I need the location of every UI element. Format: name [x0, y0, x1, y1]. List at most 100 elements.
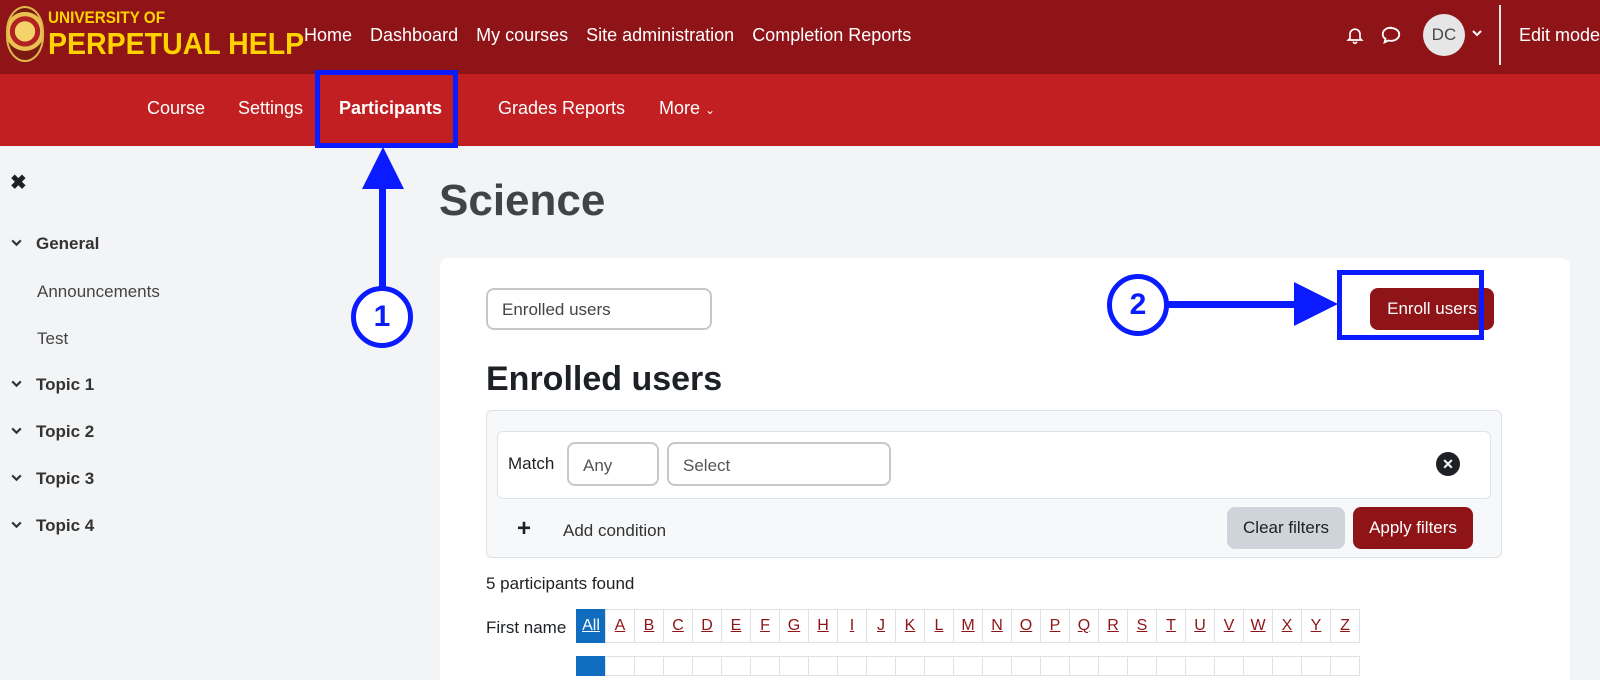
- filter-type-select[interactable]: Select: [667, 442, 891, 486]
- last-initial-filter[interactable]: [692, 656, 722, 676]
- chevron-down-icon[interactable]: [10, 377, 26, 393]
- last-initial-filter[interactable]: [1069, 656, 1099, 676]
- initial-filter-all[interactable]: All: [576, 609, 606, 643]
- last-initial-filter[interactable]: [1185, 656, 1215, 676]
- initial-filter-v[interactable]: V: [1214, 609, 1244, 643]
- last-initial-filter[interactable]: [837, 656, 867, 676]
- tab-grades[interactable]: Grades: [498, 98, 557, 119]
- initial-filter-s[interactable]: S: [1127, 609, 1157, 643]
- initial-filter-r[interactable]: R: [1098, 609, 1128, 643]
- initial-filter-k[interactable]: K: [895, 609, 925, 643]
- initial-filter-w[interactable]: W: [1243, 609, 1273, 643]
- chevron-down-icon[interactable]: [1471, 26, 1483, 44]
- first-name-initials-bar: All A B C D E F G H I J K L M N O P Q R S T U V W X Y Z: [576, 609, 1360, 643]
- initial-filter-p[interactable]: P: [1040, 609, 1070, 643]
- initial-filter-u[interactable]: U: [1185, 609, 1215, 643]
- plus-icon[interactable]: +: [517, 515, 531, 543]
- site-logo[interactable]: UNIVERSITY OF PERPETUAL HELP: [6, 6, 326, 62]
- initial-filter-c[interactable]: C: [663, 609, 693, 643]
- match-label: Match: [508, 454, 555, 473]
- last-initial-filter[interactable]: [924, 656, 954, 676]
- last-initial-filter[interactable]: [779, 656, 809, 676]
- section-label: Topic 4: [36, 516, 95, 535]
- last-initial-filter[interactable]: [1301, 656, 1331, 676]
- section-general[interactable]: General: [10, 234, 99, 254]
- last-initial-filter[interactable]: [605, 656, 635, 676]
- initial-filter-o[interactable]: O: [1011, 609, 1041, 643]
- last-initial-filter[interactable]: [1011, 656, 1041, 676]
- last-initial-filter[interactable]: [1330, 656, 1360, 676]
- section-label: Topic 2: [36, 422, 95, 441]
- last-initial-filter[interactable]: [982, 656, 1012, 676]
- initial-filter-l[interactable]: L: [924, 609, 954, 643]
- enrolled-users-heading: Enrolled users: [486, 360, 723, 398]
- last-initial-filter[interactable]: [1272, 656, 1302, 676]
- chevron-down-icon[interactable]: [10, 424, 26, 440]
- last-initial-filter[interactable]: [1098, 656, 1128, 676]
- nav-completion-reports[interactable]: Completion Reports: [743, 25, 920, 46]
- initial-filter-a[interactable]: A: [605, 609, 635, 643]
- edit-mode-toggle[interactable]: Edit mode: [1519, 25, 1600, 46]
- section-topic-4[interactable]: Topic 4: [10, 516, 94, 536]
- last-initial-filter[interactable]: [866, 656, 896, 676]
- initial-filter-y[interactable]: Y: [1301, 609, 1331, 643]
- initial-filter-h[interactable]: H: [808, 609, 838, 643]
- initial-filter-b[interactable]: B: [634, 609, 664, 643]
- activity-test[interactable]: Test: [37, 329, 68, 349]
- add-condition-button[interactable]: Add condition: [563, 521, 666, 541]
- remove-row-icon[interactable]: ✕: [1436, 452, 1460, 476]
- nav-my-courses[interactable]: My courses: [467, 25, 577, 46]
- close-icon[interactable]: ✖: [10, 170, 27, 195]
- last-initial-filter[interactable]: [663, 656, 693, 676]
- apply-filters-button[interactable]: Apply filters: [1353, 507, 1473, 549]
- last-initial-filter[interactable]: [808, 656, 838, 676]
- section-topic-1[interactable]: Topic 1: [10, 375, 94, 395]
- filter-row: Match Any Select ✕: [497, 431, 1491, 499]
- initial-filter-g[interactable]: G: [779, 609, 809, 643]
- last-initial-filter[interactable]: [721, 656, 751, 676]
- last-initial-filter[interactable]: [895, 656, 925, 676]
- initial-filter-j[interactable]: J: [866, 609, 896, 643]
- chevron-down-icon[interactable]: [10, 236, 26, 252]
- last-initial-filter[interactable]: [1040, 656, 1070, 676]
- university-seal-icon: [6, 6, 44, 62]
- initial-filter-e[interactable]: E: [721, 609, 751, 643]
- initial-filter-x[interactable]: X: [1272, 609, 1302, 643]
- tab-more[interactable]: More ⌄: [659, 98, 715, 119]
- messages-icon[interactable]: [1373, 17, 1409, 53]
- initial-filter-t[interactable]: T: [1156, 609, 1186, 643]
- initial-filter-z[interactable]: Z: [1330, 609, 1360, 643]
- tab-course[interactable]: Course: [147, 98, 205, 119]
- nav-home[interactable]: Home: [295, 25, 361, 46]
- last-initial-filter[interactable]: [1127, 656, 1157, 676]
- nav-site-administration[interactable]: Site administration: [577, 25, 743, 46]
- tab-settings[interactable]: Settings: [238, 98, 303, 119]
- initial-filter-m[interactable]: M: [953, 609, 983, 643]
- last-initial-filter[interactable]: [1214, 656, 1244, 676]
- participants-view-select[interactable]: Enrolled users: [486, 288, 712, 330]
- tab-reports[interactable]: Reports: [562, 98, 625, 119]
- nav-dashboard[interactable]: Dashboard: [361, 25, 467, 46]
- clear-filters-button[interactable]: Clear filters: [1227, 507, 1345, 549]
- chevron-down-icon[interactable]: [10, 518, 26, 534]
- primary-navigation: Home Dashboard My courses Site administr…: [295, 0, 920, 70]
- section-topic-3[interactable]: Topic 3: [10, 469, 94, 489]
- chevron-down-icon[interactable]: [10, 471, 26, 487]
- last-initial-filter[interactable]: [1243, 656, 1273, 676]
- initial-filter-d[interactable]: D: [692, 609, 722, 643]
- activity-announcements[interactable]: Announcements: [37, 282, 160, 302]
- annotation-step-1: 1: [351, 286, 413, 348]
- initial-filter-q[interactable]: Q: [1069, 609, 1099, 643]
- last-initial-filter[interactable]: [1156, 656, 1186, 676]
- last-initial-filter[interactable]: [576, 656, 606, 676]
- last-initial-filter[interactable]: [953, 656, 983, 676]
- initial-filter-n[interactable]: N: [982, 609, 1012, 643]
- section-topic-2[interactable]: Topic 2: [10, 422, 94, 442]
- match-select[interactable]: Any: [567, 442, 659, 486]
- last-initial-filter[interactable]: [634, 656, 664, 676]
- user-avatar[interactable]: DC: [1422, 14, 1465, 56]
- bell-icon[interactable]: [1337, 17, 1373, 53]
- last-initial-filter[interactable]: [750, 656, 780, 676]
- initial-filter-i[interactable]: I: [837, 609, 867, 643]
- initial-filter-f[interactable]: F: [750, 609, 780, 643]
